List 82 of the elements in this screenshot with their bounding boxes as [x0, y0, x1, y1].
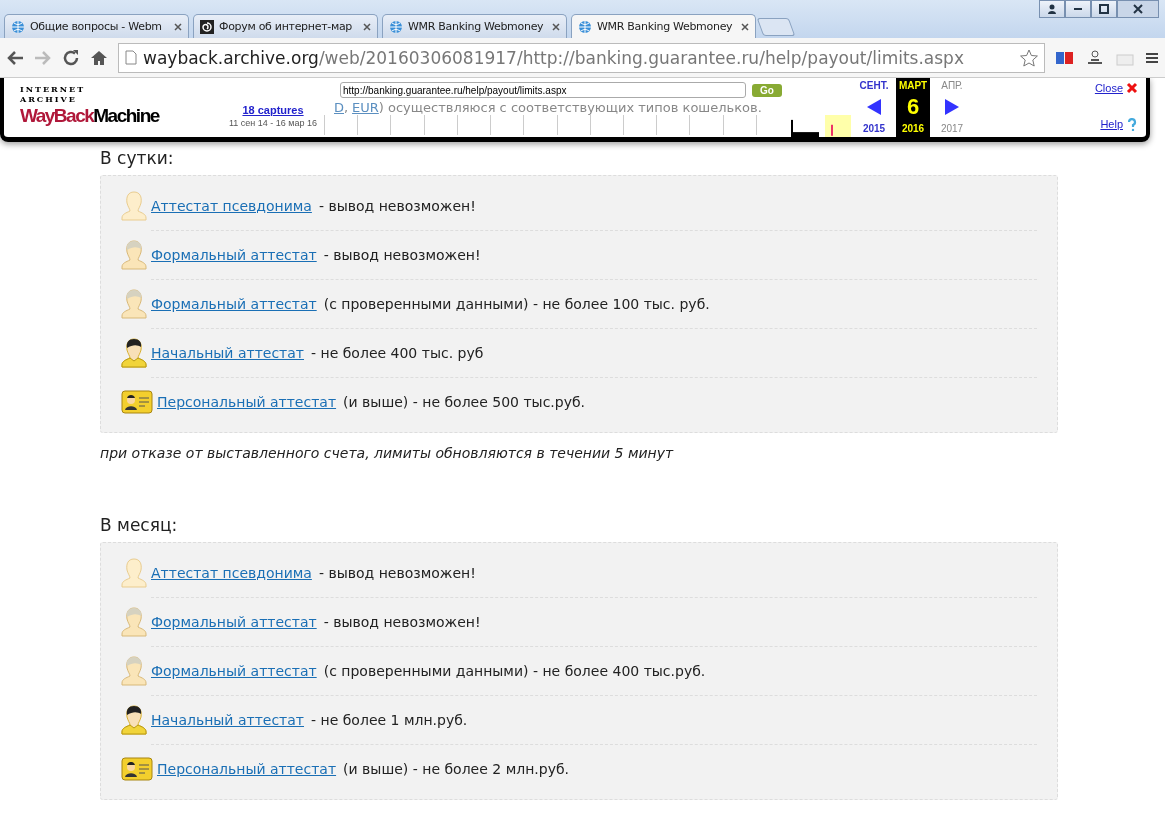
url-text: wayback.archive.org/web/20160306081917/http://banking.guarantee.ru/help/payout/limits.aspx: [143, 47, 965, 68]
star-icon[interactable]: [1020, 48, 1038, 67]
attestat-link[interactable]: Аттестат псевдонима: [151, 565, 312, 581]
browser-tab[interactable]: Общие вопросы - Webm: [4, 14, 189, 38]
extension-icon[interactable]: [1085, 48, 1105, 67]
month-column: МАРТ 6 2016: [896, 78, 930, 137]
person-head-icon: [121, 655, 147, 687]
minimize-button[interactable]: [1065, 0, 1091, 18]
home-icon[interactable]: [90, 48, 108, 67]
maximize-icon: [1099, 4, 1109, 14]
date-range: 11 сен 14 - 16 мар 16: [229, 118, 318, 128]
globe-icon: [578, 19, 592, 34]
limit-text: - вывод невозможен!: [323, 614, 481, 630]
limit-text: (и выше) - не более 500 тыс.руб.: [343, 394, 586, 410]
menu-icon[interactable]: [1145, 50, 1159, 65]
attestat-link[interactable]: Формальный аттестат: [151, 296, 317, 312]
note-text: при отказе от выставленного счета, лимиты обновляются в течении 5 минут: [100, 445, 675, 461]
page-icon: [125, 50, 137, 65]
user-button[interactable]: [1039, 0, 1065, 18]
close-window-button[interactable]: [1117, 0, 1159, 18]
limit-text: - вывод невозможен!: [318, 565, 476, 581]
minimize-icon: [1074, 8, 1082, 10]
currency-link[interactable]: D: [334, 100, 344, 115]
id-card-icon: [121, 390, 153, 414]
capture-histogram: [791, 115, 853, 137]
maximize-button[interactable]: [1091, 0, 1117, 18]
page-paragraph-text: D, EUR) осуществляюся с соответствующих типов кошельков.: [334, 100, 763, 115]
address-bar[interactable]: wayback.archive.org/web/20160306081917/http://banking.guarantee.ru/help/payout/limits.aspx: [118, 42, 1045, 73]
section-heading: В сутки:: [100, 148, 175, 168]
globe-icon: [11, 19, 25, 34]
person-head-icon: [121, 606, 147, 638]
help-link[interactable]: Help: [1100, 117, 1138, 131]
go-button[interactable]: Go: [752, 83, 782, 97]
wayback-logo[interactable]: WayBackMachine: [20, 104, 159, 128]
captures-link[interactable]: 18 captures: [242, 104, 304, 116]
spiral-icon: [200, 19, 214, 34]
close-icon[interactable]: [552, 22, 560, 31]
section-heading: В месяц:: [100, 515, 179, 535]
close-icon: [1126, 82, 1138, 94]
attestat-link[interactable]: Персональный аттестат: [157, 761, 337, 777]
reload-icon[interactable]: [62, 48, 80, 67]
attestat-link[interactable]: Формальный аттестат: [151, 247, 317, 263]
attestat-link[interactable]: Аттестат псевдонима: [151, 198, 312, 214]
browser-tab[interactable]: Форум об интернет-мар: [193, 14, 378, 38]
limit-text: - вывод невозможен!: [323, 247, 481, 263]
url-input[interactable]: http://banking.guarantee.ru/help/payout/limits.aspx: [340, 82, 746, 98]
close-icon[interactable]: [174, 22, 182, 31]
day-number: 6: [906, 94, 920, 120]
limit-text: - не более 1 млн.руб.: [311, 712, 468, 728]
limit-text: - вывод невозможен!: [318, 198, 476, 214]
close-icon[interactable]: [741, 22, 749, 31]
close-link[interactable]: Close: [1094, 82, 1138, 94]
close-icon: [1133, 4, 1143, 14]
close-icon[interactable]: [363, 22, 371, 31]
person-head-icon: [121, 337, 147, 369]
attestat-link[interactable]: Начальный аттестат: [151, 345, 304, 361]
help-icon: [1126, 117, 1138, 131]
limit-text: - не более 400 тыс. руб: [311, 345, 484, 361]
person-head-icon: [121, 704, 147, 736]
person-head-icon: [121, 557, 147, 589]
month-column[interactable]: СЕНТ. 2015: [856, 78, 892, 137]
attestat-link[interactable]: Персональный аттестат: [157, 394, 337, 410]
limit-text: (с проверенными данными) - не более 400 тыс.руб.: [323, 663, 706, 679]
limit-text: (с проверенными данными) - не более 100 тыс. руб.: [323, 296, 710, 312]
user-icon: [1047, 4, 1057, 14]
attestat-link[interactable]: Формальный аттестат: [151, 663, 317, 679]
id-card-icon: [121, 757, 153, 781]
back-icon[interactable]: [6, 49, 24, 66]
currency-link[interactable]: EUR: [352, 100, 379, 115]
globe-icon: [389, 19, 403, 34]
person-head-icon: [121, 288, 147, 320]
person-head-icon: [121, 190, 147, 222]
left-arrow-icon[interactable]: [867, 99, 881, 115]
person-head-icon: [121, 239, 147, 271]
logo-caption: INTERNET ARCHIVE: [20, 84, 87, 104]
attestat-link[interactable]: Формальный аттестат: [151, 614, 317, 630]
right-arrow-icon[interactable]: [945, 99, 959, 115]
month-column[interactable]: АПР. 2017: [934, 78, 970, 137]
browser-tab[interactable]: WMR Banking Webmoney: [382, 14, 567, 38]
browser-tab[interactable]: WMR Banking Webmoney: [571, 14, 756, 38]
attestat-link[interactable]: Начальный аттестат: [151, 712, 304, 728]
limit-text: (и выше) - не более 2 млн.руб.: [343, 761, 569, 777]
